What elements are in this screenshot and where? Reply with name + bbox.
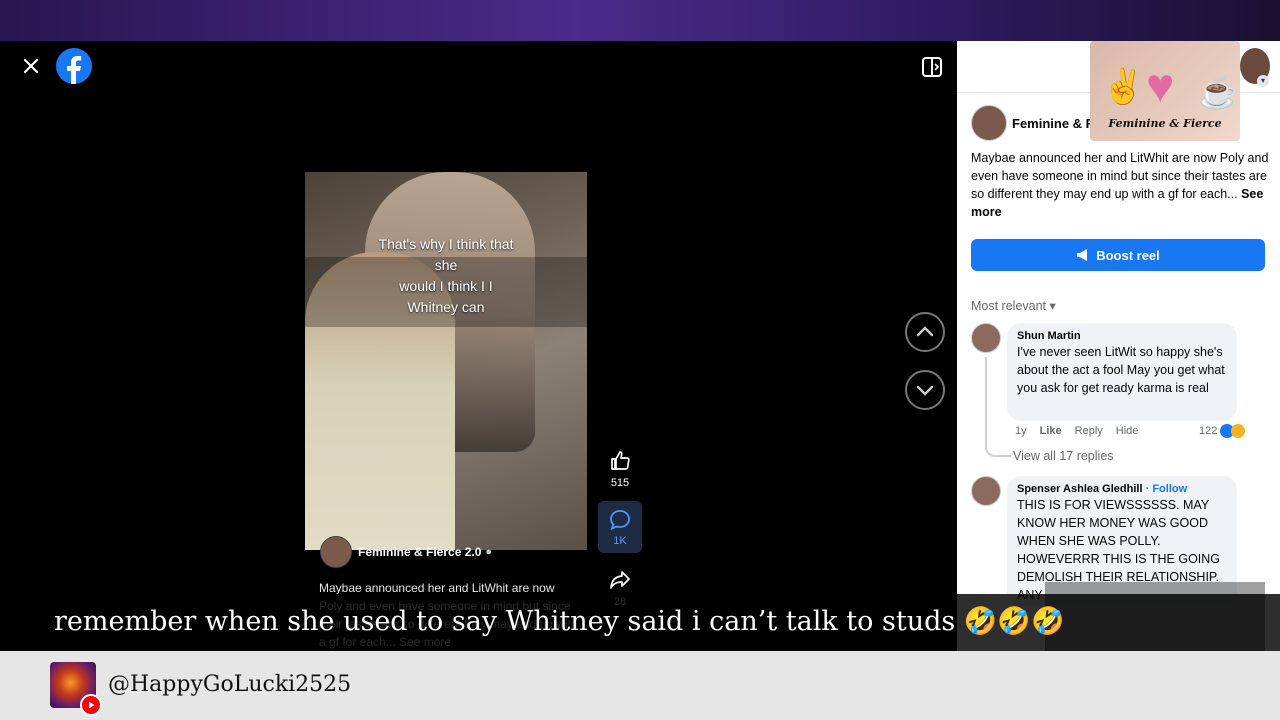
youtube-icon: [80, 694, 102, 716]
reel-video[interactable]: That's why I think that she would I thin…: [305, 172, 587, 550]
post-text: Maybae announced her and LitWhit are now…: [971, 149, 1269, 221]
sidebar-toggle-icon: [922, 57, 942, 77]
thumbs-up-icon: [611, 451, 630, 470]
public-globe-icon: ●: [485, 546, 493, 558]
chevron-down-icon: [916, 385, 934, 396]
video-caption-line: That's why I think that: [378, 236, 514, 252]
page-avatar[interactable]: [971, 105, 1007, 141]
comment-text: I've never seen LitWit so happy she's ab…: [1017, 345, 1225, 395]
post-header: Feminine & F: [971, 105, 1094, 141]
haha-reaction-icon: [1231, 424, 1246, 438]
cover-art-text: Feminine & Fierce: [1108, 117, 1222, 130]
comment-bubble: Shun Martin I've never seen LitWit so ha…: [1007, 323, 1237, 421]
comment-hide-button[interactable]: Hide: [1116, 425, 1139, 437]
facebook-logo-icon[interactable]: [56, 48, 92, 84]
follow-button[interactable]: Follow: [1152, 483, 1187, 495]
comment-reactions[interactable]: 122: [1199, 424, 1246, 438]
commenter-name[interactable]: Shun Martin: [1017, 330, 1227, 342]
author-name[interactable]: Feminine & Fierce 2.0: [358, 545, 481, 559]
boost-label: Boost reel: [1096, 247, 1160, 263]
comment-actions: 1y Like Reply Hide: [1015, 425, 1138, 437]
previous-reel-button[interactable]: [905, 312, 945, 352]
expand-sidebar-button[interactable]: [920, 55, 944, 79]
background-gradient: [0, 0, 1280, 42]
like-count: 515: [610, 477, 630, 489]
overlay-caption: remember when she used to say Whitney sa…: [54, 606, 1065, 637]
account-menu-chevron-icon[interactable]: ▾: [1257, 75, 1269, 87]
comment-reply-button[interactable]: Reply: [1075, 425, 1103, 437]
heart-icon: ♥: [1146, 60, 1175, 113]
comment-sort-dropdown[interactable]: Most relevant ▾: [971, 298, 1056, 313]
commenter-name[interactable]: Spenser Ashlea Gledhill: [1017, 483, 1143, 495]
page-name[interactable]: Feminine & F: [1012, 116, 1094, 131]
post-body: Maybae announced her and LitWhit are now…: [971, 151, 1269, 201]
commenter-avatar[interactable]: [971, 476, 1001, 506]
comment-icon: [610, 510, 630, 531]
caret-down-icon: ▾: [1049, 299, 1056, 313]
boost-reel-button[interactable]: Boost reel: [971, 239, 1265, 271]
video-caption-line: would I think I I: [399, 278, 493, 294]
sort-label: Most relevant: [971, 299, 1047, 313]
share-icon: [610, 571, 630, 589]
coffee-cup-icon: ☕: [1198, 74, 1238, 110]
chevron-up-icon: [916, 326, 934, 337]
next-reel-button[interactable]: [905, 370, 945, 410]
peace-hand-icon: ✌: [1102, 68, 1145, 106]
reel-author[interactable]: Feminine & Fierce 2.0 ●: [320, 536, 492, 568]
reel-viewer: That's why I think that she would I thin…: [0, 41, 957, 681]
comment-like-button[interactable]: Like: [1040, 425, 1062, 437]
commenter-name-row: Spenser Ashlea Gledhill · Follow: [1017, 483, 1227, 495]
megaphone-icon: [1077, 249, 1088, 261]
close-icon: [23, 58, 39, 74]
video-caption-line: she: [434, 257, 458, 273]
commenter-avatar[interactable]: [971, 323, 1001, 353]
author-avatar[interactable]: [320, 536, 352, 568]
comment-button[interactable]: 1K: [598, 501, 642, 553]
video-caption: That's why I think that she would I thin…: [360, 234, 532, 318]
comment-count: 1K: [613, 535, 627, 547]
reaction-count: 122: [1199, 425, 1218, 437]
comment-time[interactable]: 1y: [1015, 425, 1027, 437]
like-button[interactable]: 515: [598, 449, 642, 489]
page-cover-art: ✌ ♥ ☕ Feminine & Fierce: [1090, 41, 1240, 141]
video-caption-line: Whitney can: [407, 299, 485, 315]
creator-handle: @HappyGoLucki2525: [108, 672, 352, 697]
close-button[interactable]: [20, 55, 42, 77]
view-replies-link[interactable]: View all 17 replies: [1013, 449, 1114, 463]
